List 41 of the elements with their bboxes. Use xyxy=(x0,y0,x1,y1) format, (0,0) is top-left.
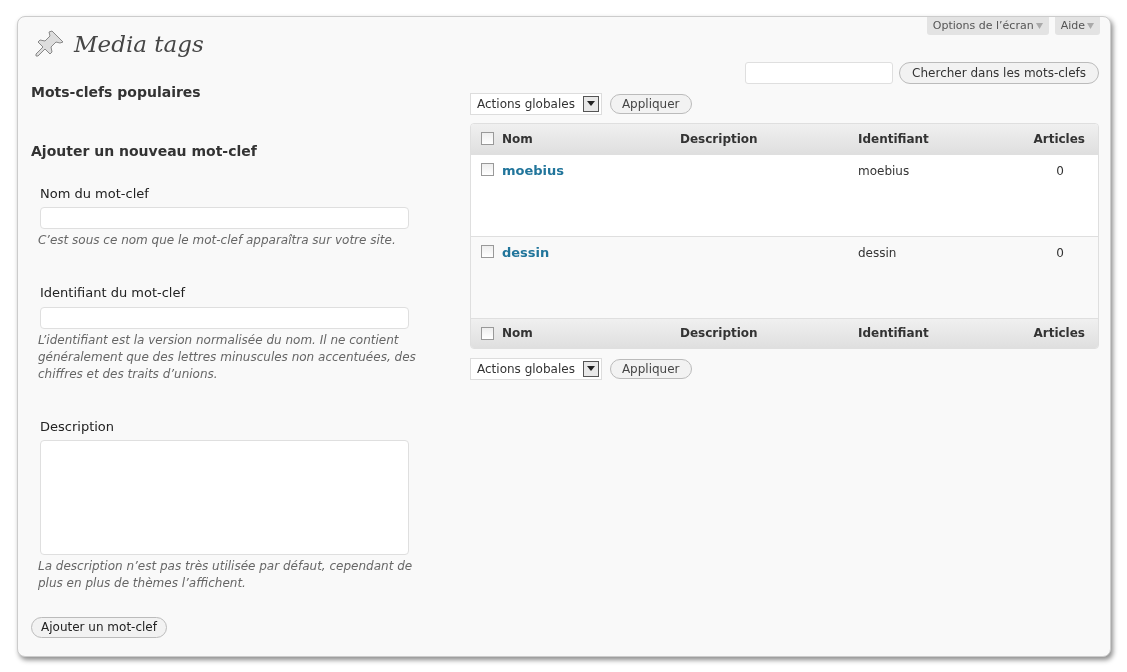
field-label: Nom du mot-clef xyxy=(40,184,150,203)
help-tab[interactable]: Aide xyxy=(1054,17,1100,35)
section-heading: Mots-clefs populaires xyxy=(31,82,202,102)
checkbox[interactable] xyxy=(480,326,494,340)
column-header[interactable]: Description xyxy=(680,324,858,342)
tag-name-link[interactable]: moebius xyxy=(502,160,858,180)
column-header[interactable]: Identifiant xyxy=(858,129,1008,148)
search-button[interactable]: Chercher dans les mots-clefs xyxy=(899,61,1099,84)
field-label: Identifiant du mot-clef xyxy=(40,284,187,302)
description-field[interactable] xyxy=(40,440,409,555)
checkbox[interactable] xyxy=(480,132,494,145)
field-label: Description xyxy=(40,417,116,436)
add-tag-button[interactable]: Ajouter un mot-clef xyxy=(31,616,167,638)
slug-cell-text: dessin xyxy=(858,244,898,262)
tag-name-link[interactable]: dessin xyxy=(502,242,858,262)
field-hint: L’identifiant est la version normalisée du nom. Il ne contient généralement que des lettres minuscules non accentuées, des chiffres et des traits d’unions. xyxy=(38,331,417,383)
column-header[interactable]: Description xyxy=(680,129,858,148)
count-cell-text: 0 xyxy=(1055,244,1065,262)
field-hint: La description n’est pas très utilisée par défaut, cependant de plus en plus de thèmes l’affichent. xyxy=(38,558,414,592)
column-header[interactable]: Articles xyxy=(1008,129,1098,148)
page-title: Media tags xyxy=(74,30,204,59)
apply-button[interactable]: Appliquer xyxy=(609,358,692,379)
input-field[interactable] xyxy=(40,207,409,229)
checkbox[interactable] xyxy=(480,244,494,258)
bulk-actions-dropdown[interactable]: Actions globales xyxy=(470,92,602,115)
column-header[interactable]: Identifiant xyxy=(858,324,1008,342)
checkbox[interactable] xyxy=(480,162,494,176)
caret-icon xyxy=(1035,23,1043,29)
search-field[interactable] xyxy=(745,61,894,84)
column-header[interactable]: Nom xyxy=(502,129,680,148)
input-field[interactable] xyxy=(40,306,409,329)
field-hint: C’est sous ce nom que le mot-clef apparaîtra sur votre site. xyxy=(38,232,397,249)
section-heading: Ajouter un nouveau mot-clef xyxy=(31,141,258,161)
slug-cell-text: moebius xyxy=(858,162,911,180)
column-header[interactable]: Articles xyxy=(1008,324,1098,342)
screen-options-tab[interactable]: Options de l’écran xyxy=(926,17,1049,35)
column-header[interactable]: Nom xyxy=(502,324,680,342)
bulk-actions-dropdown[interactable]: Actions globales xyxy=(470,357,602,380)
count-cell-text: 0 xyxy=(1055,162,1065,180)
apply-button[interactable]: Appliquer xyxy=(609,93,692,114)
caret-icon xyxy=(1087,23,1094,29)
